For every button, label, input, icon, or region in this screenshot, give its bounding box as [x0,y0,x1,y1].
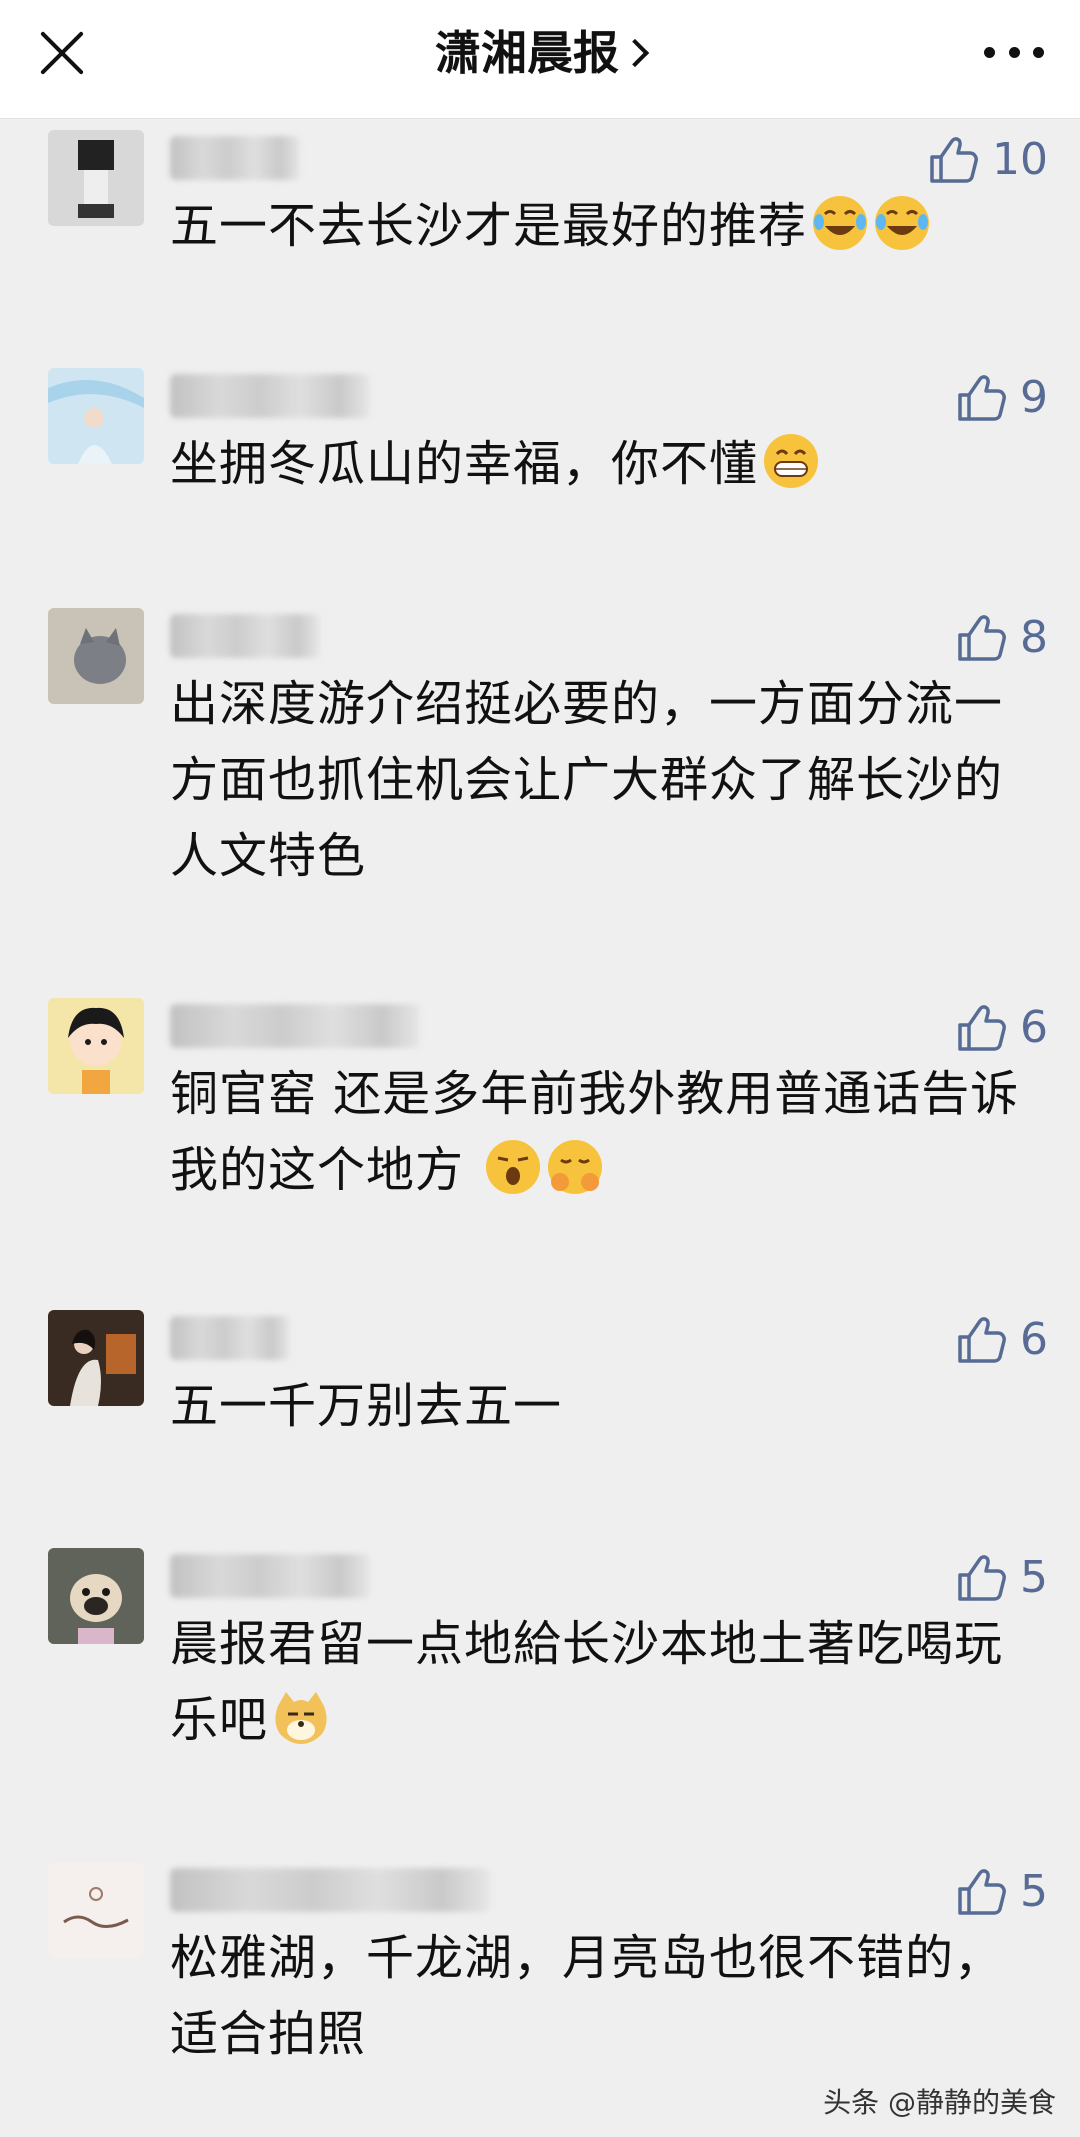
thumbs-up-icon [958,1555,1006,1601]
like-button[interactable]: 5 [954,1862,1048,1922]
watermark: 头条 @静静的美食 [823,2086,1056,2119]
thumbs-up-icon [958,375,1006,421]
like-count: 10 [992,134,1048,185]
comments-page: 潇湘晨报 10 五一不去长沙才是最好的推荐 9 坐拥冬瓜山的幸福，你不懂 8 出… [0,0,1080,2137]
chevron-right-icon [620,38,650,67]
like-button[interactable]: 5 [954,1548,1048,1608]
comment-text: 松雅湖，千龙湖，月亮岛也很不错的，适合拍照 [170,1930,1004,2062]
thumbs-up-icon [958,1317,1006,1363]
thumbs-up-icon [930,137,978,183]
like-button[interactable]: 6 [954,1310,1048,1370]
username-blurred [170,374,370,418]
username-blurred [170,1316,290,1360]
like-count: 6 [1020,1002,1048,1053]
like-button[interactable]: 6 [954,998,1048,1058]
laugh-cry-emoji [873,194,931,252]
thumbs-up-icon [958,1869,1006,1915]
like-button[interactable]: 10 [926,130,1048,190]
username-blurred [170,1004,420,1048]
avatar[interactable] [48,1310,144,1406]
avatar[interactable] [48,998,144,1094]
avatar[interactable] [48,130,144,226]
comment-text: 晨报君留一点地給长沙本地土著吃喝玩乐吧 [170,1616,1004,1748]
yawn-emoji [484,1138,542,1196]
top-bar: 潇湘晨报 [0,0,1080,119]
grin-emoji [762,432,820,490]
username-blurred [170,136,300,180]
avatar[interactable] [48,368,144,464]
username-blurred [170,1868,490,1912]
like-count: 9 [1020,372,1048,423]
comment-text: 五一不去长沙才是最好的推荐 [170,188,1020,264]
like-button[interactable]: 9 [954,368,1048,428]
comment-text: 出深度游介绍挺必要的，一方面分流一方面也抓住机会让广大群众了解长沙的人文特色 [170,676,1004,884]
username-blurred [170,1554,370,1598]
thumbs-up-icon [958,1005,1006,1051]
like-button[interactable]: 8 [954,608,1048,668]
avatar[interactable] [48,1548,144,1644]
like-count: 5 [1020,1552,1048,1603]
laugh-cry-emoji [811,194,869,252]
comment-text: 坐拥冬瓜山的幸福，你不懂 [170,426,1020,502]
account-name: 潇湘晨报 [435,26,619,80]
username-blurred [170,614,320,658]
like-count: 8 [1020,612,1048,663]
like-count: 5 [1020,1866,1048,1917]
comment-text: 五一千万别去五一 [170,1378,563,1434]
account-title[interactable]: 潇湘晨报 [0,22,1080,84]
more-options-icon[interactable] [984,44,1044,60]
like-count: 6 [1020,1314,1048,1365]
comment-text: 铜官窑 还是多年前我外教用普通话告诉我的这个地方 [170,1066,1020,1198]
avatar[interactable] [48,608,144,704]
thumbs-up-icon [958,615,1006,661]
doge-emoji [272,1688,330,1746]
avatar[interactable] [48,1862,144,1958]
shy-emoji [546,1138,604,1196]
